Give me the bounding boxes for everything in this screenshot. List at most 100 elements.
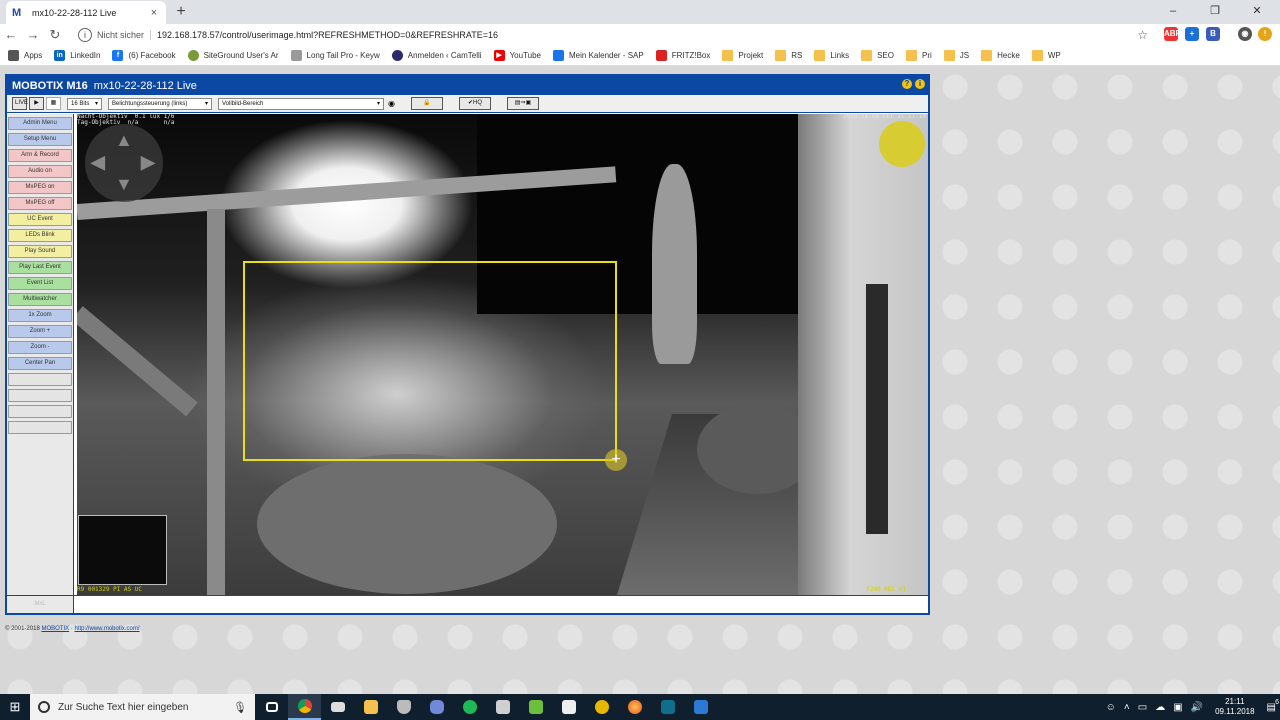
info-icon[interactable]: i [78,27,92,42]
setup-menu-button[interactable]: Setup Menu [8,133,72,146]
mxpeg-off-button[interactable]: MxPEG off [8,197,72,210]
empty-softbutton[interactable] [8,405,72,418]
pan-down-icon[interactable]: ▼ [115,174,133,195]
bookmark-camtelli[interactable]: Anmelden ‹ CamTelli [391,50,482,61]
bookmark-fritzbox[interactable]: FRITZ!Box [655,50,710,61]
bits-select[interactable]: 16 Bits ▾ [67,97,102,110]
bookmark-youtube[interactable]: ▶ YouTube [493,50,541,61]
audio-on-button[interactable]: Audio on [8,165,72,178]
volume-icon[interactable]: 🔊 [1191,702,1203,713]
bookmark-rs[interactable]: RS [775,50,802,61]
resize-handle[interactable]: + [605,449,627,471]
lock-button[interactable]: 🔒 [410,97,443,110]
info-icon[interactable]: i [915,79,925,89]
center-pan-button[interactable]: Center Pan [8,357,72,370]
notification-icon[interactable]: ▤ 6 [1267,699,1279,713]
help-icon[interactable]: ? [902,79,912,89]
empty-softbutton[interactable] [8,373,72,386]
play-last-event-button[interactable]: Play Last Event [8,261,72,274]
grid-view-button[interactable]: ▦ [46,97,61,110]
new-tab-button[interactable]: + [172,2,190,22]
teal-app-icon[interactable] [651,694,684,720]
spotify-icon[interactable] [453,694,486,720]
update-icon[interactable]: ! [1258,27,1272,41]
chrome-icon[interactable] [288,694,321,720]
bookmark-star-icon[interactable]: ☆ [1137,28,1148,42]
exposure-window[interactable] [243,261,617,461]
zoom-1x-button[interactable]: 1x Zoom [8,309,72,322]
hq-button[interactable]: ✔HQ [458,97,491,110]
bookmark-wp[interactable]: WP [1031,50,1061,61]
shield-icon[interactable] [387,694,420,720]
event-list-button[interactable]: Event List [8,277,72,290]
bookmark-longtail[interactable]: Long Tail Pro - Keyw [290,50,380,61]
browser-tab[interactable]: M mx10-22-28-112 Live × [6,1,166,24]
white-app-icon[interactable] [552,694,585,720]
bookmark-linkedin[interactable]: in LinkedIn [54,50,100,61]
bookmark-js[interactable]: JS [943,50,969,61]
bookmark-extension-icon[interactable]: B [1206,27,1220,41]
bookmark-siteground[interactable]: SiteGround User's Ar [187,50,279,61]
multiwatcher-button[interactable]: Multiwatcher [8,293,72,306]
profile-avatar[interactable]: ◉ [1238,27,1252,41]
admin-menu-button[interactable]: Admin Menu [8,117,72,130]
play-button[interactable]: ▶ [29,97,44,110]
notepad-icon[interactable] [486,694,519,720]
ptz-control[interactable]: ▲ ▼ ◀ ▶ [85,124,163,202]
forward-button[interactable]: → [22,25,44,45]
play-sound-button[interactable]: Play Sound [8,245,72,258]
bookmark-seo[interactable]: SEO [861,50,894,61]
tab-close-icon[interactable]: × [148,7,160,19]
live-button[interactable]: LIVE [12,97,28,110]
exposure-select[interactable]: Belichtungssteuerung (links) ▾ [108,97,212,110]
area-select[interactable]: Vollbild-Bereich ▾ [218,97,384,110]
microphone-icon[interactable]: 🎙 [233,701,247,714]
restore-button[interactable]: ❐ [1194,0,1236,22]
event-thumbnail[interactable] [78,515,167,585]
firefox-icon[interactable] [618,694,651,720]
blue-app-icon[interactable] [684,694,717,720]
taskbar-search[interactable]: Zur Suche Text hier eingeben 🎙 [30,694,255,720]
people-icon[interactable]: ☺ [1106,702,1116,713]
back-button[interactable]: ← [0,25,22,45]
eye-icon[interactable]: ◉ [388,99,395,108]
plus-extension-icon[interactable]: + [1185,27,1199,41]
bookmark-calendar[interactable]: Mein Kalender - SAP [553,50,644,61]
green-app-icon[interactable] [519,694,552,720]
zoom-in-button[interactable]: Zoom + [8,325,72,338]
display-icon[interactable]: ▣ [1173,702,1182,713]
arm-record-button[interactable]: Arm & Record [8,149,72,162]
bookmark-pri[interactable]: Pri [906,50,932,61]
discord-icon[interactable] [420,694,453,720]
bookmark-projekt[interactable]: Projekt [722,50,763,61]
bookmark-facebook[interactable]: f (6) Facebook [112,50,176,61]
camera-live-image[interactable]: Nacht-Objektiv 0.1 lux 1/6 Tag-Objektiv … [77,114,928,595]
empty-softbutton[interactable] [8,389,72,402]
pan-up-icon[interactable]: ▲ [115,130,133,151]
uc-event-button[interactable]: UC Event [8,213,72,226]
url-text[interactable]: 192.168.178.57/control/userimage.html?RE… [157,30,498,40]
task-view-icon[interactable] [255,694,288,720]
mail-icon[interactable] [321,694,354,720]
zoom-out-button[interactable]: Zoom - [8,341,72,354]
close-window-button[interactable]: ✕ [1236,0,1278,22]
reload-button[interactable]: ↻ [44,25,66,45]
bookmark-apps[interactable]: Apps [8,50,42,61]
system-clock[interactable]: 21:11 09.11.2018 [1215,697,1254,717]
start-button[interactable]: ⊞ [0,694,30,720]
bookmark-links[interactable]: Links [814,50,849,61]
mobotix-link[interactable]: MOBOTIX [41,626,69,632]
address-bar[interactable]: i Nicht sicher 192.168.178.57/control/us… [78,25,1158,44]
security-indicator[interactable]: Nicht sicher [97,29,152,40]
battery-icon[interactable]: ▭ [1138,702,1147,713]
file-explorer-icon[interactable] [354,694,387,720]
mxpeg-on-button[interactable]: MxPEG on [8,181,72,194]
pan-left-icon[interactable]: ◀ [91,152,105,173]
chevron-up-icon[interactable]: ˄ [1124,702,1130,713]
leds-blink-button[interactable]: LEDs Blink [8,229,72,242]
minimize-button[interactable]: – [1152,0,1194,22]
save-image-button[interactable]: ▤⇒▣ [506,97,539,110]
empty-softbutton[interactable] [8,421,72,434]
mobotix-url-link[interactable]: http://www.mobotix.com/ [74,626,139,632]
yellow-app-icon[interactable] [585,694,618,720]
